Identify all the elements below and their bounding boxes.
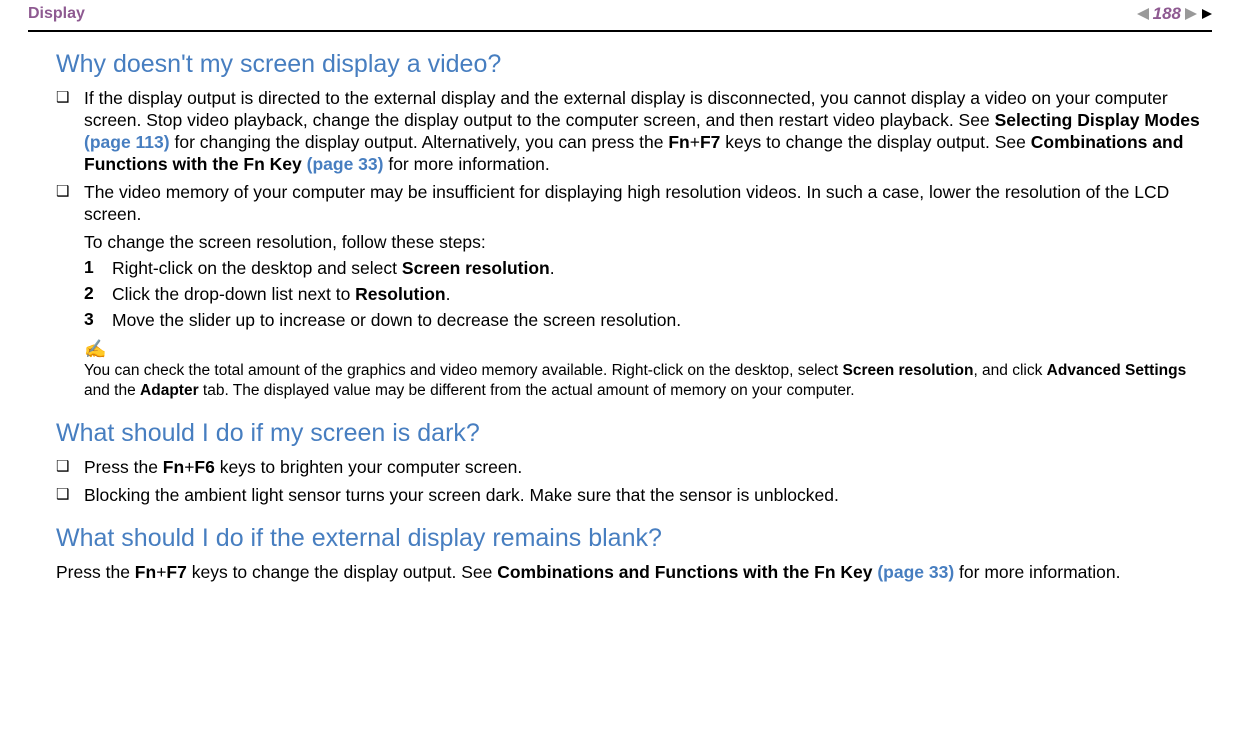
doc-section-title: Display (28, 5, 85, 23)
step-number: 2 (84, 283, 112, 305)
page-link[interactable]: (page 33) (877, 562, 954, 582)
step-number: 3 (84, 309, 112, 331)
bullet-marker-icon: ❑ (56, 181, 84, 203)
step-number: 1 (84, 257, 112, 279)
numbered-step: 3 Move the slider up to increase or down… (84, 309, 1202, 331)
page-navigator: 188 (1137, 4, 1212, 24)
section-heading: What should I do if my screen is dark? (56, 419, 1202, 448)
sub-paragraph: To change the screen resolution, follow … (84, 231, 1202, 253)
note-text: You can check the total amount of the gr… (84, 361, 1202, 401)
bullet-item: ❑ If the display output is directed to t… (56, 87, 1202, 175)
header-divider (28, 30, 1212, 32)
note-pencil-icon: ✍ (84, 339, 1202, 359)
bullet-marker-icon: ❑ (56, 484, 84, 506)
bullet-item: ❑ Press the Fn+F6 keys to brighten your … (56, 456, 1202, 478)
section-heading: Why doesn't my screen display a video? (56, 50, 1202, 79)
bullet-marker-icon: ❑ (56, 456, 84, 478)
numbered-step: 1 Right-click on the desktop and select … (84, 257, 1202, 279)
numbered-step: 2 Click the drop-down list next to Resol… (84, 283, 1202, 305)
bullet-text: If the display output is directed to the… (84, 87, 1202, 175)
page-number: 188 (1153, 4, 1181, 24)
note-block: ✍ You can check the total amount of the … (84, 339, 1202, 401)
bullet-text: The video memory of your computer may be… (84, 181, 1202, 225)
prev-page-arrow-icon[interactable] (1137, 8, 1149, 20)
section-heading: What should I do if the external display… (56, 524, 1202, 553)
step-text: Move the slider up to increase or down t… (112, 309, 1202, 331)
page-header: Display 188 (28, 0, 1212, 28)
page-link[interactable]: (page 113) (84, 132, 170, 152)
next-page-arrow-grey-icon[interactable] (1185, 8, 1197, 20)
next-page-arrow-black-icon[interactable] (1202, 9, 1212, 19)
step-text: Click the drop-down list next to Resolut… (112, 283, 1202, 305)
bullet-marker-icon: ❑ (56, 87, 84, 109)
document-page: Display 188 Why doesn't my screen displa… (0, 0, 1240, 748)
bullet-text: Press the Fn+F6 keys to brighten your co… (84, 456, 1202, 478)
bullet-item: ❑ Blocking the ambient light sensor turn… (56, 484, 1202, 506)
page-content: Why doesn't my screen display a video? ❑… (28, 50, 1212, 583)
page-link[interactable]: (page 33) (307, 154, 384, 174)
bullet-item: ❑ The video memory of your computer may … (56, 181, 1202, 225)
step-text: Right-click on the desktop and select Sc… (112, 257, 1202, 279)
paragraph: Press the Fn+F7 keys to change the displ… (56, 561, 1202, 583)
bullet-text: Blocking the ambient light sensor turns … (84, 484, 1202, 506)
